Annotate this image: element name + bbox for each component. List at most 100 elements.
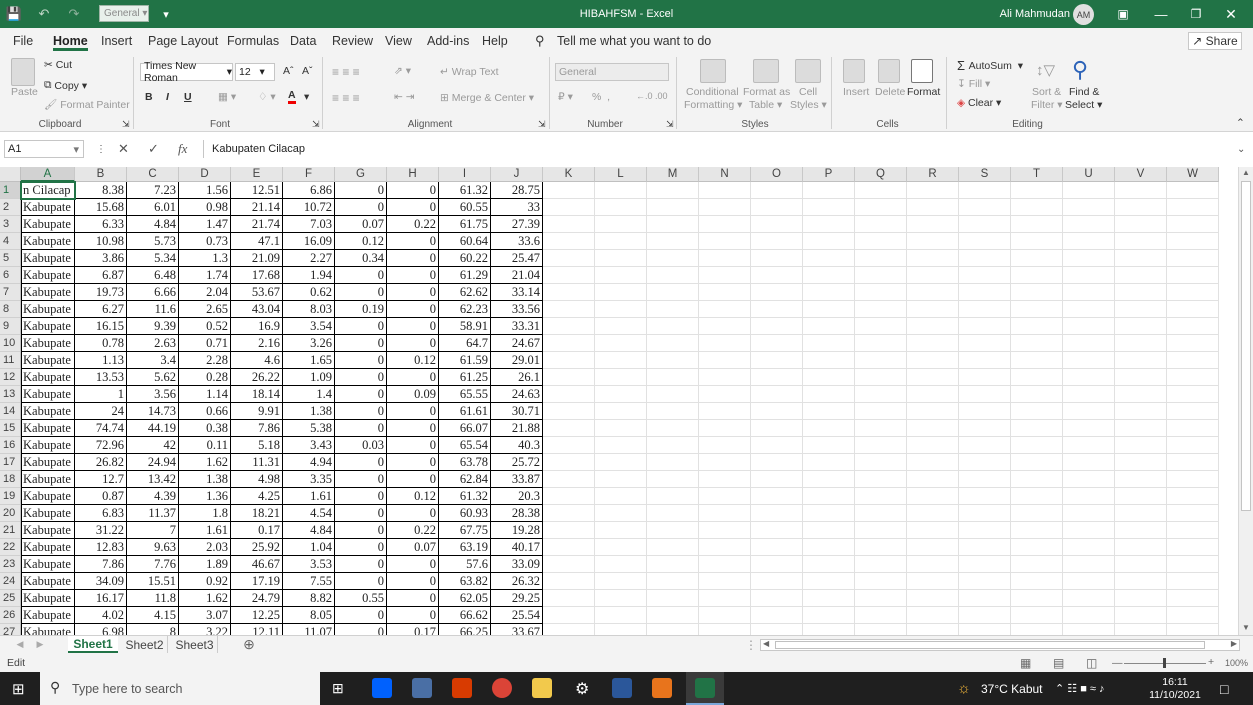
cell-A7[interactable]: Kabupate [21,284,75,301]
cell-P13[interactable] [803,386,855,403]
cell-E10[interactable]: 2.16 [231,335,283,352]
cell-A1[interactable]: n Cilacap [21,182,75,199]
cell-J6[interactable]: 21.04 [491,267,543,284]
cell-O7[interactable] [751,284,803,301]
cell-A19[interactable]: Kabupate [21,488,75,505]
cell-O8[interactable] [751,301,803,318]
cell-E24[interactable]: 17.19 [231,573,283,590]
cell-K9[interactable] [543,318,595,335]
cell-P8[interactable] [803,301,855,318]
cell-M24[interactable] [647,573,699,590]
cell-B21[interactable]: 31.22 [75,522,127,539]
cell-L5[interactable] [595,250,647,267]
cell-L17[interactable] [595,454,647,471]
cell-M7[interactable] [647,284,699,301]
cell-F13[interactable]: 1.4 [283,386,335,403]
cell-W10[interactable] [1167,335,1219,352]
cell-D3[interactable]: 1.47 [179,216,231,233]
normal-view-icon[interactable]: ▦ [1020,656,1031,670]
cell-B11[interactable]: 1.13 [75,352,127,369]
cell-Q10[interactable] [855,335,907,352]
task-view-icon[interactable]: ⊞ [332,672,344,705]
cell-E19[interactable]: 4.25 [231,488,283,505]
font-color-icon[interactable]: A [288,89,296,104]
cell-A5[interactable]: Kabupate [21,250,75,267]
cell-O9[interactable] [751,318,803,335]
minimize-icon[interactable]: — [1150,0,1172,28]
cell-I27[interactable]: 66.25 [439,624,491,635]
cell-T9[interactable] [1011,318,1063,335]
cell-H1[interactable]: 0 [387,182,439,199]
cell-P2[interactable] [803,199,855,216]
sort-filter-button[interactable]: Filter ▾ [1031,99,1063,111]
cell-S8[interactable] [959,301,1011,318]
cell-P5[interactable] [803,250,855,267]
cell-N25[interactable] [699,590,751,607]
cell-N21[interactable] [699,522,751,539]
cell-J11[interactable]: 29.01 [491,352,543,369]
select-all-corner[interactable] [0,167,21,182]
cell-L22[interactable] [595,539,647,556]
cell-M22[interactable] [647,539,699,556]
cell-D4[interactable]: 0.73 [179,233,231,250]
cell-R8[interactable] [907,301,959,318]
cell-C6[interactable]: 6.48 [127,267,179,284]
cell-K2[interactable] [543,199,595,216]
row-header[interactable]: 18 [0,471,21,488]
cell-C19[interactable]: 4.39 [127,488,179,505]
cell-F23[interactable]: 3.53 [283,556,335,573]
cell-H26[interactable]: 0 [387,607,439,624]
cell-W26[interactable] [1167,607,1219,624]
tab-view[interactable]: View [385,28,412,53]
cell-O3[interactable] [751,216,803,233]
dropbox-icon[interactable] [372,678,392,698]
cell-C7[interactable]: 6.66 [127,284,179,301]
cell-V1[interactable] [1115,182,1167,199]
sheet-tab-2[interactable]: Sheet2 [122,636,168,653]
cell-W4[interactable] [1167,233,1219,250]
cell-E11[interactable]: 4.6 [231,352,283,369]
cell-K4[interactable] [543,233,595,250]
cell-O22[interactable] [751,539,803,556]
spreadsheet-grid[interactable]: ABCDEFGHIJKLMNOPQRSTUVW1n Cilacap 8.38 7.2… [0,167,1238,635]
calendar-app-icon[interactable] [412,678,432,698]
cell-O20[interactable] [751,505,803,522]
cell-J3[interactable]: 27.39 [491,216,543,233]
cell-O15[interactable] [751,420,803,437]
cell-J18[interactable]: 33.87 [491,471,543,488]
cell-I8[interactable]: 62.23 [439,301,491,318]
row-header[interactable]: 13 [0,386,21,403]
file-explorer-icon[interactable] [532,678,552,698]
cell-N15[interactable] [699,420,751,437]
cell-T8[interactable] [1011,301,1063,318]
cell-O1[interactable] [751,182,803,199]
cell-G16[interactable]: 0.03 [335,437,387,454]
cell-label[interactable]: Cell [799,86,817,98]
cell-T2[interactable] [1011,199,1063,216]
cell-Q23[interactable] [855,556,907,573]
cell-R20[interactable] [907,505,959,522]
cell-V8[interactable] [1115,301,1167,318]
cell-P10[interactable] [803,335,855,352]
cell-G20[interactable]: 0 [335,505,387,522]
cell-W25[interactable] [1167,590,1219,607]
cell-F1[interactable]: 6.86 [283,182,335,199]
cell-N1[interactable] [699,182,751,199]
cell-L11[interactable] [595,352,647,369]
cell-T18[interactable] [1011,471,1063,488]
column-header-M[interactable]: M [647,167,699,182]
cell-P26[interactable] [803,607,855,624]
column-header-J[interactable]: J [491,167,543,182]
cell-A2[interactable]: Kabupate [21,199,75,216]
cell-J24[interactable]: 26.32 [491,573,543,590]
cell-F27[interactable]: 11.07 [283,624,335,635]
cell-U18[interactable] [1063,471,1115,488]
qat-number-format[interactable]: General ▾ [99,5,149,22]
cell-Q8[interactable] [855,301,907,318]
cell-B16[interactable]: 72.96 [75,437,127,454]
cell-W27[interactable] [1167,624,1219,635]
cell-R4[interactable] [907,233,959,250]
cell-S12[interactable] [959,369,1011,386]
cell-A9[interactable]: Kabupate [21,318,75,335]
prev-sheet-icon[interactable]: ◀ [14,636,26,653]
